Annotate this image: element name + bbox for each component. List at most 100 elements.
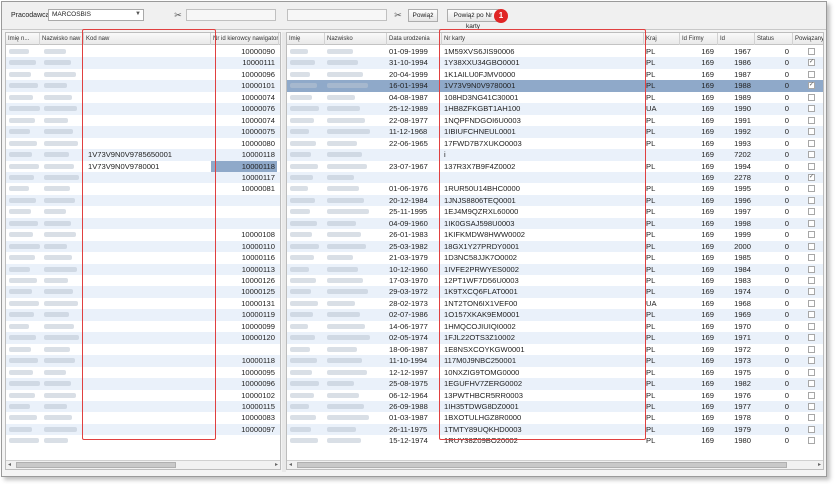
- redacted-last-name: [327, 255, 353, 261]
- right-filter-field[interactable]: [287, 9, 387, 21]
- linked-checkbox[interactable]: [808, 345, 815, 353]
- linked-checkbox[interactable]: [808, 368, 815, 376]
- left-horizontal-scrollbar[interactable]: ◂ ▸: [6, 460, 280, 469]
- birth-date-cell: 15-12-1974: [389, 436, 428, 446]
- id-cell: 1992: [734, 127, 751, 137]
- scroll-thumb[interactable]: [297, 462, 787, 468]
- driver-id-cell: 10000090: [241, 47, 275, 56]
- linked-checkbox[interactable]: [808, 265, 815, 273]
- id-cell: 1982: [734, 379, 751, 389]
- linked-checkbox[interactable]: [808, 414, 815, 422]
- redacted-first-name: [9, 232, 33, 238]
- company-id-cell: 169: [701, 115, 714, 125]
- linked-checkbox[interactable]: [808, 185, 815, 193]
- linked-checkbox[interactable]: [808, 196, 815, 204]
- redacted-first-name: [290, 438, 318, 444]
- link-button[interactable]: Powiąż: [408, 9, 438, 22]
- redacted-last-name: [44, 278, 68, 283]
- linked-checkbox[interactable]: [808, 105, 815, 113]
- country-cell: PL: [646, 195, 656, 205]
- id-cell: 1971: [734, 333, 751, 343]
- left-filter-field[interactable]: [186, 9, 276, 21]
- disconnect-icon[interactable]: ✂: [172, 9, 184, 21]
- company-id-cell: 169: [701, 230, 714, 240]
- col-header-country[interactable]: Kraj: [644, 33, 680, 45]
- linked-checkbox[interactable]: ✓: [808, 82, 815, 90]
- linked-checkbox[interactable]: [808, 242, 815, 250]
- linked-checkbox[interactable]: [808, 162, 815, 170]
- redacted-first-name: [290, 117, 314, 123]
- id-cell: 1977: [734, 401, 751, 411]
- col-header-nazwisko[interactable]: Nazwisko: [325, 33, 387, 45]
- linked-checkbox[interactable]: [808, 151, 815, 159]
- scroll-right-icon[interactable]: ▸: [818, 461, 821, 468]
- linked-checkbox[interactable]: [808, 277, 815, 284]
- status-cell: 0: [784, 264, 789, 274]
- col-header-company-id[interactable]: Id Firmy: [680, 33, 718, 45]
- col-header-imie[interactable]: Imię: [287, 33, 325, 45]
- scroll-left-icon[interactable]: ◂: [8, 461, 11, 468]
- linked-checkbox[interactable]: [808, 391, 815, 399]
- birth-date-cell: 06-12-1964: [389, 390, 428, 400]
- linked-checkbox[interactable]: [808, 231, 815, 239]
- id-cell: 1970: [734, 321, 751, 331]
- linked-checkbox[interactable]: [808, 322, 815, 330]
- linked-checkbox[interactable]: [808, 288, 815, 296]
- driver-id-cell: 10000119: [241, 310, 275, 320]
- scroll-left-icon[interactable]: ◂: [289, 461, 292, 468]
- birth-date-cell: 14-06-1977: [389, 321, 428, 331]
- linked-checkbox[interactable]: [808, 93, 815, 101]
- linked-checkbox[interactable]: [808, 254, 815, 262]
- id-cell: 1989: [734, 92, 751, 102]
- redacted-first-name: [9, 243, 40, 249]
- linked-checkbox[interactable]: [808, 437, 815, 445]
- linked-checkbox[interactable]: [808, 116, 815, 124]
- country-cell: PL: [646, 47, 656, 56]
- col-header-status[interactable]: Status: [755, 33, 793, 45]
- linked-checkbox[interactable]: [808, 48, 815, 55]
- disconnect-icon-2[interactable]: ✂: [392, 9, 404, 21]
- col-header-linked[interactable]: Powiązany: [793, 33, 823, 45]
- country-cell: PL: [646, 276, 656, 285]
- scroll-right-icon[interactable]: ▸: [275, 461, 278, 468]
- linked-checkbox[interactable]: [808, 402, 815, 410]
- status-cell: 0: [784, 81, 789, 91]
- linked-checkbox[interactable]: [808, 208, 815, 216]
- linked-checkbox[interactable]: [808, 219, 815, 227]
- company-id-cell: 169: [701, 310, 714, 320]
- linked-checkbox[interactable]: [808, 70, 815, 78]
- chevron-down-icon[interactable]: ▼: [135, 11, 141, 17]
- redacted-first-name: [9, 209, 31, 215]
- col-header-last-name[interactable]: Nazwisko naw: [40, 33, 84, 45]
- company-id-cell: 169: [701, 207, 714, 217]
- employer-label: Pracodawca: [11, 12, 50, 19]
- right-horizontal-scrollbar[interactable]: ◂ ▸: [287, 460, 823, 469]
- redacted-first-name: [9, 403, 30, 409]
- employer-select[interactable]: MARCOSBIS ▼: [48, 9, 144, 21]
- col-header-driver-id[interactable]: Nr id kierowcy nawigatora: [211, 33, 279, 45]
- redacted-last-name: [44, 346, 70, 352]
- col-header-birth-date[interactable]: Data urodzenia: [387, 33, 442, 45]
- col-header-id[interactable]: Id: [718, 33, 755, 45]
- birth-date-cell: [387, 172, 442, 184]
- status-cell: 0: [784, 69, 789, 79]
- linked-checkbox[interactable]: ✓: [808, 173, 815, 181]
- redacted-first-name: [9, 381, 40, 387]
- redacted-first-name: [9, 346, 31, 352]
- linked-checkbox[interactable]: [808, 334, 815, 342]
- linked-checkbox[interactable]: [808, 128, 815, 136]
- linked-checkbox[interactable]: [808, 425, 815, 433]
- status-cell: 0: [784, 161, 789, 171]
- linked-checkbox[interactable]: [808, 139, 815, 147]
- linked-checkbox[interactable]: [808, 380, 815, 388]
- company-id-cell: 169: [701, 92, 714, 102]
- scroll-thumb[interactable]: [16, 462, 176, 468]
- linked-checkbox[interactable]: ✓: [808, 59, 815, 67]
- col-header-first-name[interactable]: Imię n...: [6, 33, 40, 45]
- status-cell: 0: [784, 104, 789, 114]
- linked-checkbox[interactable]: [808, 299, 815, 307]
- link-by-card-button[interactable]: Powiąż po Nr karty: [447, 9, 499, 30]
- linked-checkbox[interactable]: [808, 357, 815, 365]
- country-cell: PL: [646, 92, 656, 102]
- linked-checkbox[interactable]: [808, 311, 815, 319]
